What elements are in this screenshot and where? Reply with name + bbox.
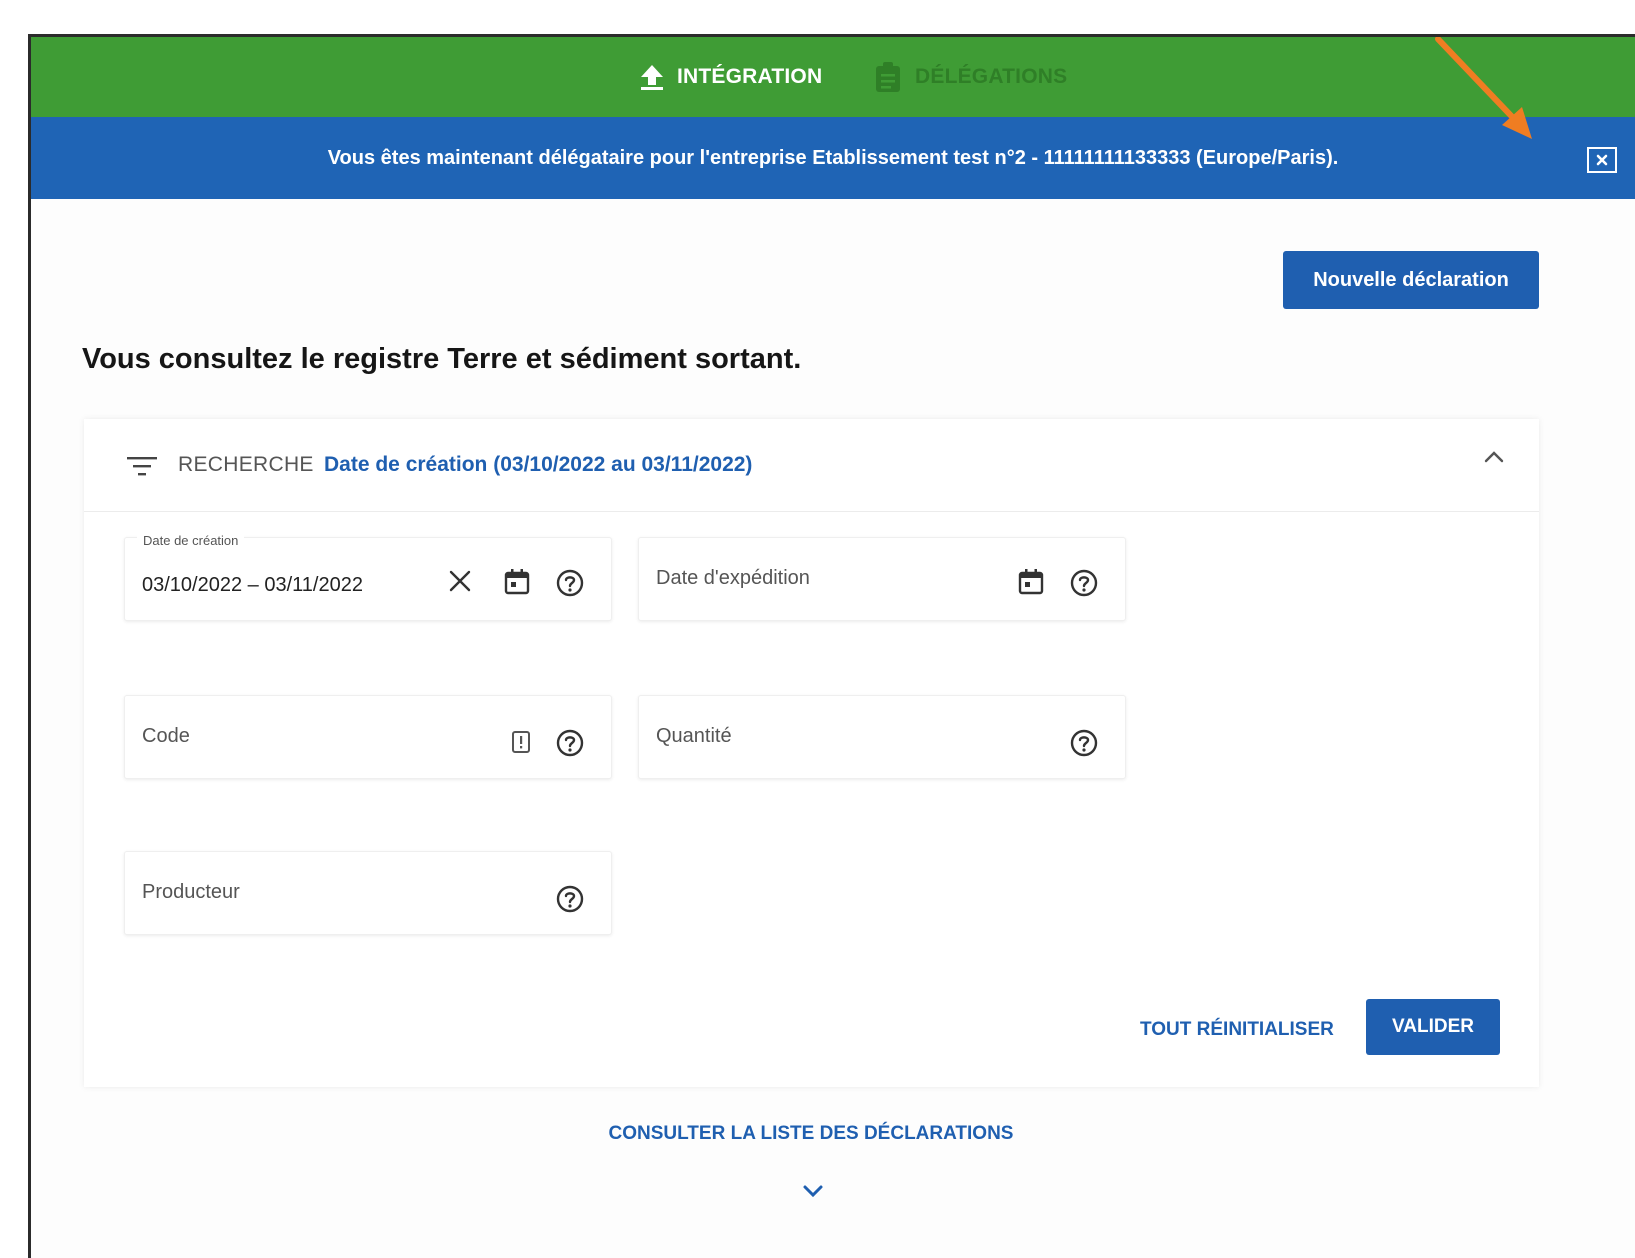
clear-icon[interactable] xyxy=(447,568,473,599)
tab-integration-label: INTÉGRATION xyxy=(677,65,823,88)
chevron-down-icon[interactable] xyxy=(801,1183,825,1204)
creation-date-value: 03/10/2022 – 03/11/2022 xyxy=(142,574,363,596)
view-declarations-list-link[interactable]: CONSULTER LA LISTE DES DÉCLARATIONS xyxy=(31,1123,1591,1145)
app-window: INTÉGRATION DÉLÉGATIONS Vous êtes mainte… xyxy=(28,34,1635,1258)
creation-date-label: Date de création xyxy=(137,533,245,548)
tab-delegations[interactable]: DÉLÉGATIONS xyxy=(873,37,1067,117)
calendar-icon[interactable] xyxy=(1017,568,1045,601)
quantity-field[interactable]: Quantité xyxy=(638,695,1126,779)
search-panel-header[interactable]: RECHERCHE Date de création (03/10/2022 a… xyxy=(84,419,1539,512)
shipping-date-field[interactable]: Date d'expédition xyxy=(638,537,1126,621)
producer-field[interactable]: Producteur xyxy=(124,851,612,935)
calendar-icon[interactable] xyxy=(503,568,531,601)
chevron-up-icon[interactable] xyxy=(1483,449,1505,470)
code-placeholder: Code xyxy=(142,725,190,747)
validate-button[interactable]: VALIDER xyxy=(1366,999,1500,1055)
quantity-placeholder: Quantité xyxy=(656,725,732,747)
view-declarations-list-label: CONSULTER LA LISTE DES DÉCLARATIONS xyxy=(608,1123,1014,1144)
filter-icon xyxy=(126,455,158,484)
info-banner: Vous êtes maintenant délégataire pour l'… xyxy=(31,117,1635,199)
creation-date-field[interactable]: Date de création 03/10/2022 – 03/11/2022 xyxy=(124,533,612,621)
top-tab-bar: INTÉGRATION DÉLÉGATIONS xyxy=(31,37,1635,117)
page-title: Vous consultez le registre Terre et sédi… xyxy=(82,343,802,375)
info-box-icon xyxy=(511,730,531,759)
new-declaration-button[interactable]: Nouvelle déclaration xyxy=(1283,251,1539,309)
producer-placeholder: Producteur xyxy=(142,881,240,903)
help-icon[interactable] xyxy=(555,884,585,919)
shipping-date-placeholder: Date d'expédition xyxy=(656,567,810,589)
search-label: RECHERCHE xyxy=(178,453,314,476)
help-icon[interactable] xyxy=(555,728,585,763)
code-field[interactable]: Code xyxy=(124,695,612,779)
clipboard-icon xyxy=(873,61,903,93)
upload-icon xyxy=(639,63,665,91)
tab-delegations-label: DÉLÉGATIONS xyxy=(915,65,1068,88)
search-summary: Date de création (03/10/2022 au 03/11/20… xyxy=(324,453,753,476)
reset-all-button[interactable]: TOUT RÉINITIALISER xyxy=(1140,1019,1334,1041)
tab-integration[interactable]: INTÉGRATION xyxy=(639,37,822,117)
help-icon[interactable] xyxy=(1069,568,1099,603)
help-icon[interactable] xyxy=(555,568,585,603)
search-panel: RECHERCHE Date de création (03/10/2022 a… xyxy=(84,419,1539,1087)
banner-message: Vous êtes maintenant délégataire pour l'… xyxy=(327,146,1339,169)
close-box-icon[interactable] xyxy=(1587,147,1617,173)
help-icon[interactable] xyxy=(1069,728,1099,763)
